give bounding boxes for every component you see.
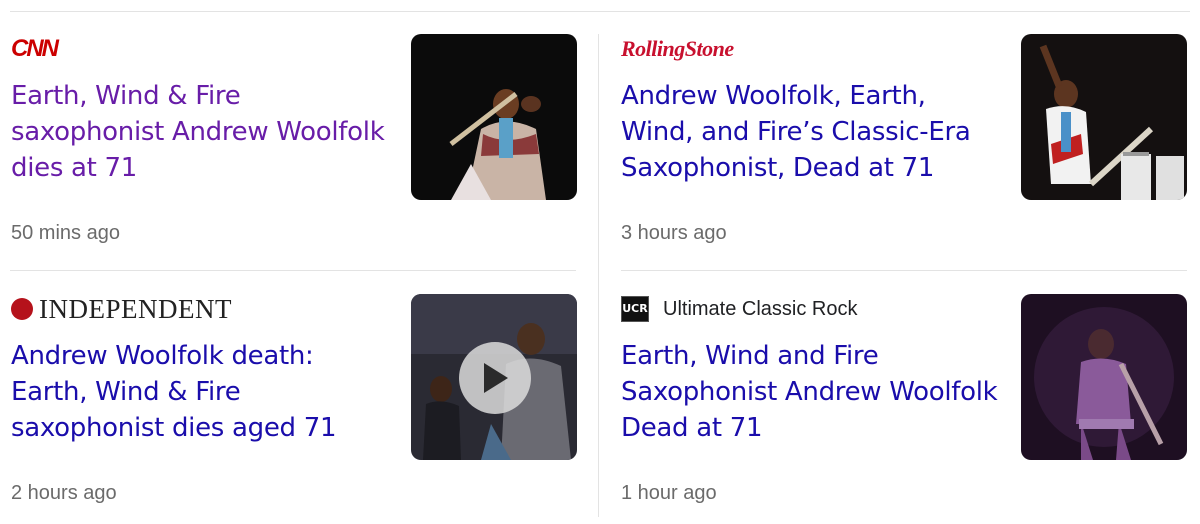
eagle-icon [11, 298, 33, 320]
row-divider-left [10, 270, 576, 271]
news-card-cnn[interactable]: CNN Earth, Wind & Fire saxophonist Andre… [11, 34, 577, 264]
source-ucr: UCR Ultimate Classic Rock [621, 294, 857, 324]
video-thumbnail[interactable] [411, 294, 577, 460]
timestamp: 1 hour ago [621, 482, 717, 504]
headline-link[interactable]: Andrew Woolfolk death: Earth, Wind & Fir… [11, 338, 391, 446]
thumbnail-image[interactable] [1021, 294, 1187, 460]
ucr-source-name: Ultimate Classic Rock [663, 297, 858, 320]
timestamp: 3 hours ago [621, 222, 727, 244]
news-card-rollingstone[interactable]: RollingStone Andrew Woolfolk, Earth, Win… [621, 34, 1187, 264]
thumbnail-image[interactable] [411, 34, 577, 200]
timestamp: 2 hours ago [11, 482, 117, 504]
source-independent: INDEPENDENT [11, 294, 232, 324]
column-divider [598, 34, 599, 517]
headline-link[interactable]: Andrew Woolfolk, Earth, Wind, and Fire’s… [621, 78, 1001, 186]
top-divider [10, 11, 1190, 12]
ucr-logo-badge: UCR [621, 296, 649, 322]
play-icon [484, 363, 508, 393]
news-card-independent[interactable]: INDEPENDENT Andrew Woolfolk death: Earth… [11, 294, 577, 524]
timestamp: 50 mins ago [11, 222, 120, 244]
play-button[interactable] [459, 342, 531, 414]
headline-link[interactable]: Earth, Wind and Fire Saxophonist Andrew … [621, 338, 1001, 446]
independent-logo: INDEPENDENT [39, 293, 232, 324]
cnn-logo: CNN [11, 35, 59, 62]
row-divider-right [621, 270, 1187, 271]
rollingstone-logo: RollingStone [621, 36, 734, 61]
headline-link[interactable]: Earth, Wind & Fire saxophonist Andrew Wo… [11, 78, 391, 186]
news-card-ucr[interactable]: UCR Ultimate Classic Rock Earth, Wind an… [621, 294, 1187, 524]
source-rollingstone: RollingStone [621, 34, 734, 64]
source-cnn: CNN [11, 34, 59, 64]
thumbnail-image[interactable] [1021, 34, 1187, 200]
